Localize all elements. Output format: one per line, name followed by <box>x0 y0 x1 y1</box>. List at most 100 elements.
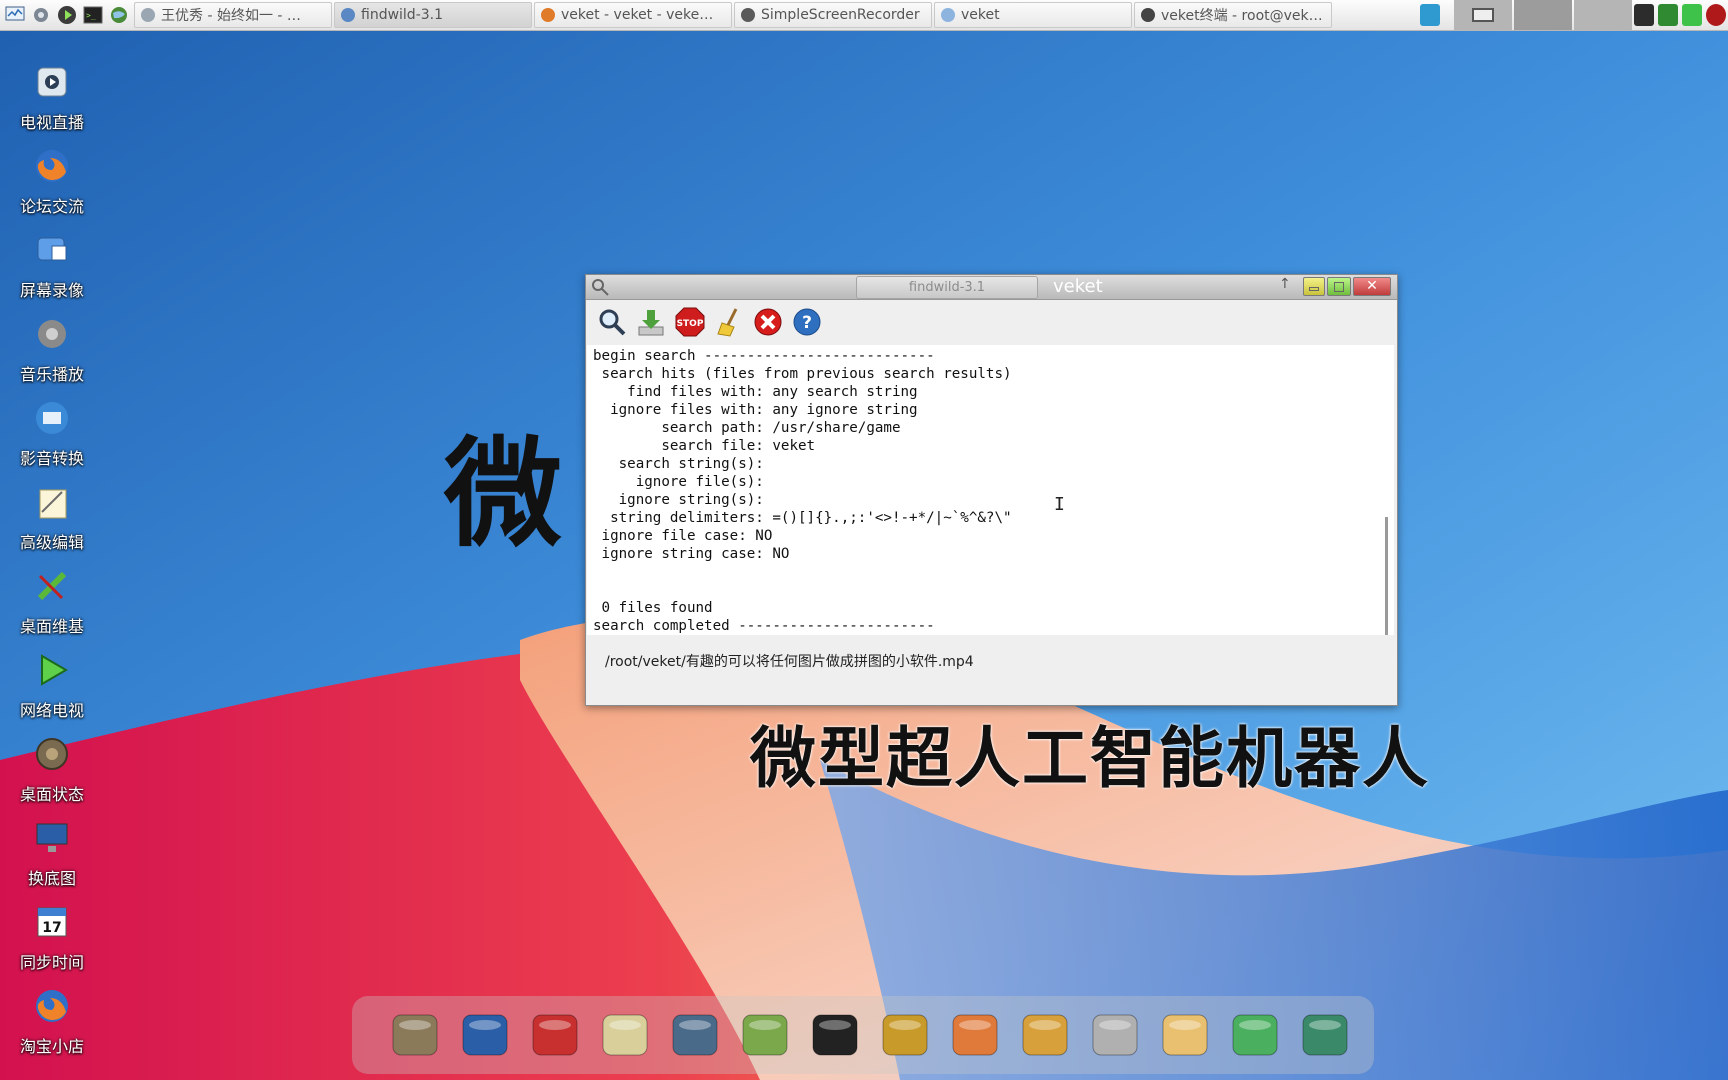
desktop-icon[interactable]: 电视直播 <box>4 60 100 140</box>
search-icon <box>341 8 355 22</box>
taskbar-task-label: 王优秀 - 始终如一 - … <box>161 8 301 24</box>
media-player-icon[interactable] <box>666 1004 724 1066</box>
tray-slot[interactable] <box>1574 0 1632 30</box>
search-output[interactable]: begin search ---------------------------… <box>587 345 1394 635</box>
taskbar-task-label: findwild-3.1 <box>361 7 444 23</box>
monitor-icon[interactable] <box>4 4 26 26</box>
search-icon[interactable] <box>596 306 628 338</box>
desktop-icon-label: 高级编辑 <box>19 533 84 552</box>
desktop-icon[interactable]: 淘宝小店 <box>4 984 100 1064</box>
svg-text:>_: >_ <box>86 11 96 20</box>
desktop-icon[interactable]: 高级编辑 <box>4 480 100 560</box>
record-icon[interactable] <box>1706 4 1726 26</box>
minimize-button[interactable] <box>1303 277 1325 296</box>
desktop-icon[interactable]: 网络电视 <box>4 648 100 728</box>
download-icon[interactable] <box>635 306 667 338</box>
question-icon[interactable] <box>1226 1004 1284 1066</box>
overlay-subtitle: 微型超人工智能机器人 <box>750 720 1430 797</box>
tray-slot[interactable] <box>1514 0 1572 30</box>
taskbar-task[interactable]: findwild-3.1 <box>334 2 532 28</box>
recorder-icon <box>741 8 755 22</box>
desktop-icon[interactable]: 桌面状态 <box>4 732 100 812</box>
globe-icon[interactable] <box>108 4 130 26</box>
stop-icon[interactable]: STOP <box>674 306 706 338</box>
maximize-button[interactable] <box>1327 277 1351 296</box>
taskbar-task-label: veket <box>961 7 1000 23</box>
chat-users-icon[interactable] <box>736 1004 794 1066</box>
text-cursor-icon: I <box>1054 494 1065 515</box>
arrow-up-icon[interactable]: ↑ <box>1279 276 1291 292</box>
desktop-icon-label: 换底图 <box>27 869 76 888</box>
presentation-icon[interactable] <box>946 1004 1004 1066</box>
tv-icon <box>30 60 74 104</box>
bottom-dock <box>352 996 1374 1074</box>
desktop-icon-label: 同步时间 <box>19 953 84 972</box>
folder-icon <box>941 8 955 22</box>
taskbar-task-label: veket终端 - root@vek… <box>1161 8 1323 24</box>
desktop-icon[interactable]: 17 同步时间 <box>4 900 100 980</box>
taskbar-task-label: SimpleScreenRecorder <box>761 7 920 23</box>
wiki-icon <box>30 564 74 608</box>
desktop-icon[interactable]: 屏幕录像 <box>4 228 100 308</box>
play-icon[interactable] <box>1634 4 1654 26</box>
help-icon[interactable]: ? <box>791 306 823 338</box>
scrollbar-thumb[interactable] <box>1385 517 1388 635</box>
signal-icon[interactable] <box>1658 4 1678 26</box>
tools-icon[interactable] <box>30 4 52 26</box>
notepad-icon[interactable] <box>596 1004 654 1066</box>
hedgehog-icon[interactable] <box>526 1004 584 1066</box>
close-button[interactable]: ✕ <box>1353 277 1391 296</box>
computer-icon[interactable] <box>456 1004 514 1066</box>
taskbar-task-label: veket - veket - veke… <box>561 7 714 23</box>
tray-slot[interactable] <box>1454 0 1512 30</box>
contacts-icon[interactable] <box>876 1004 934 1066</box>
taskbar-task[interactable]: 王优秀 - 始终如一 - … <box>134 2 332 28</box>
taskbar-task[interactable]: veket <box>934 2 1132 28</box>
status-path: /root/veket/有趣的可以将任何图片做成拼图的小软件.mp4 <box>605 654 974 670</box>
screen-record-icon <box>30 228 74 272</box>
top-taskbar: >_ 王优秀 - 始终如一 - … findwild-3.1 veket - vek… <box>0 0 1728 31</box>
terminal-icon[interactable]: >_ <box>82 4 104 26</box>
overlay-big-character: 微 <box>444 425 563 563</box>
battery-icon[interactable] <box>1682 4 1702 26</box>
desktop-icon-label: 电视直播 <box>19 113 84 132</box>
play-icon[interactable] <box>56 4 78 26</box>
output-text: begin search ---------------------------… <box>593 348 1012 634</box>
firefox-icon <box>30 984 74 1028</box>
photo-icon[interactable] <box>1156 1004 1214 1066</box>
desktop-icon-label: 桌面状态 <box>19 785 84 804</box>
speaker-icon <box>30 312 74 356</box>
desktop-icon-label: 屏幕录像 <box>19 281 84 300</box>
desktop-icon[interactable]: 论坛交流 <box>4 144 100 224</box>
desktop-icon[interactable]: 桌面维基 <box>4 564 100 644</box>
taskbar-task[interactable]: SimpleScreenRecorder <box>734 2 932 28</box>
shell-icon[interactable] <box>386 1004 444 1066</box>
window-titlebar[interactable]: findwild-3.1 veket ↑ ✕ <box>586 275 1397 300</box>
taskbar-task[interactable]: veket终端 - root@vek… <box>1134 2 1332 28</box>
penguin-icon[interactable] <box>806 1004 864 1066</box>
window-app-label: veket <box>1053 276 1103 297</box>
window-tab-findwild[interactable]: findwild-3.1 <box>856 276 1038 299</box>
desktop-icon-label: 网络电视 <box>19 701 84 720</box>
paint-icon[interactable] <box>1016 1004 1074 1066</box>
desktop-icon[interactable]: 影音转换 <box>4 396 100 476</box>
magnifier-icon <box>592 279 609 296</box>
system-tray <box>1418 0 1728 30</box>
desktop-icon-label: 桌面维基 <box>19 617 84 636</box>
close-circle-icon[interactable] <box>752 306 784 338</box>
desktop-icon[interactable]: 换底图 <box>4 816 100 896</box>
camera-icon[interactable] <box>1296 1004 1354 1066</box>
desktop-icon[interactable]: 音乐播放 <box>4 312 100 392</box>
wallpaper-icon <box>30 816 74 860</box>
broom-icon[interactable] <box>713 306 745 338</box>
firefox-icon <box>30 144 74 188</box>
editor-icon <box>30 480 74 524</box>
media-convert-icon <box>30 396 74 440</box>
status-icon <box>30 732 74 776</box>
usb-icon[interactable] <box>1086 1004 1144 1066</box>
status-bar: /root/veket/有趣的可以将任何图片做成拼图的小软件.mp4 <box>587 637 1394 703</box>
taskbar-task[interactable]: veket - veket - veke… <box>534 2 732 28</box>
svg-text:17: 17 <box>42 920 61 936</box>
play-icon <box>30 648 74 692</box>
network-icon[interactable] <box>1420 4 1440 26</box>
